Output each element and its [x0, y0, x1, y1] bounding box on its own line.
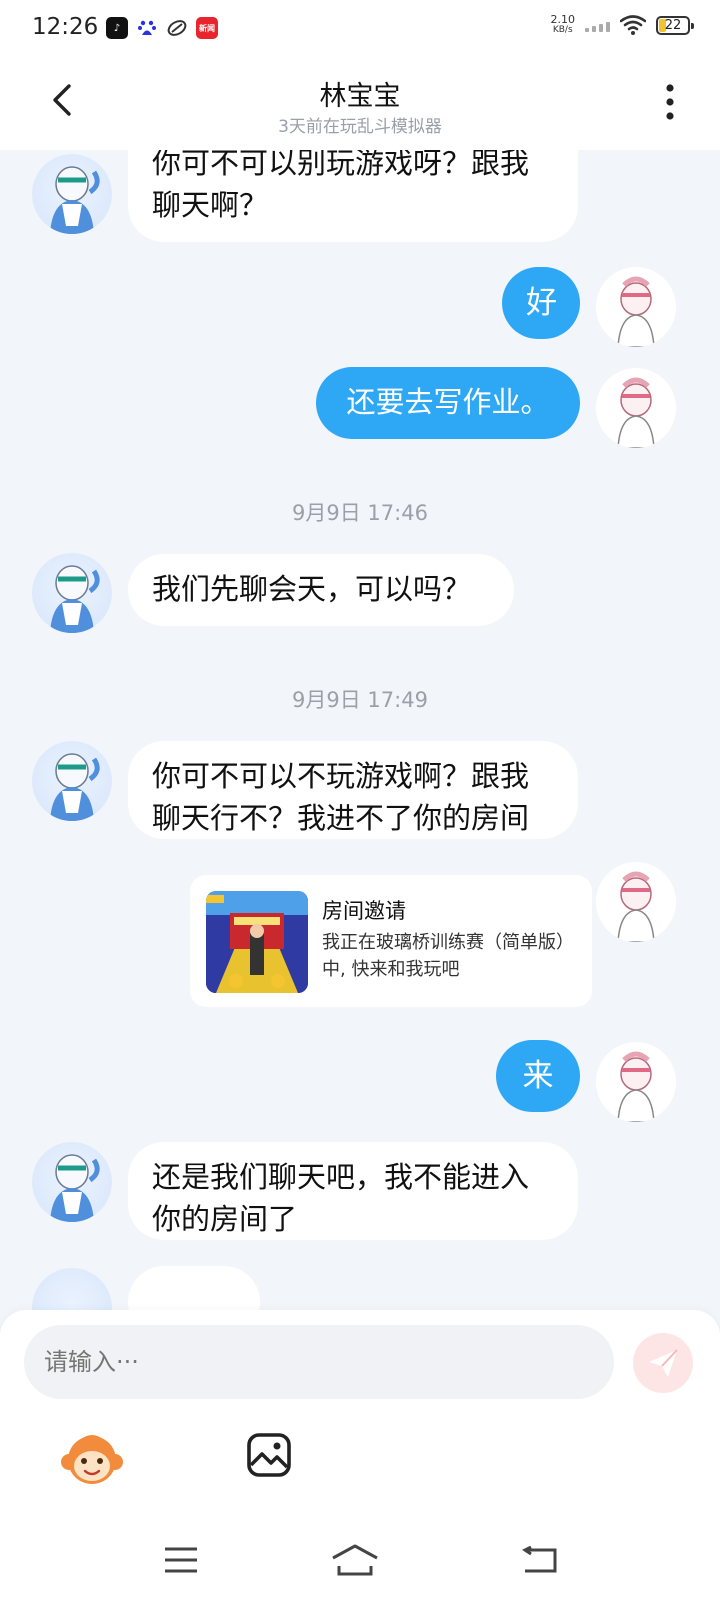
message-bubble-incoming[interactable]: 还是我们聊天吧，我不能进入 你的房间了: [128, 1142, 578, 1240]
signal-icon: [585, 18, 610, 32]
weibo-icon: [166, 17, 188, 39]
room-invite-card[interactable]: 房间邀请 我正在玻璃桥训练赛（简单版）中, 快来和我玩吧: [190, 875, 592, 1007]
contact-avatar[interactable]: [32, 741, 112, 821]
my-avatar[interactable]: [596, 1042, 676, 1122]
message-text: 你可不可以别玩游戏呀？跟我 聊天啊？: [152, 150, 530, 222]
my-avatar[interactable]: [596, 267, 676, 347]
image-picker-button[interactable]: [246, 1432, 296, 1482]
status-bar: 12:26 ♪ 新闻 2.10 KB/s 22: [0, 0, 720, 58]
message-input[interactable]: [24, 1325, 614, 1399]
monkey-emoji-icon: [61, 1435, 123, 1484]
battery-icon: 22: [656, 15, 694, 35]
message-text: 还要去写作业。: [346, 385, 550, 419]
more-options-button[interactable]: [650, 80, 690, 124]
message-list[interactable]: 你可不可以别玩游戏呀？跟我 聊天啊？ 好 还要去写作业。 9月9日 17:46 …: [0, 150, 720, 1310]
message-bubble-incoming[interactable]: 我们先聊会天，可以吗？: [128, 554, 514, 626]
menu-nav-button[interactable]: [156, 1540, 206, 1580]
message-bubble-outgoing[interactable]: 好: [502, 267, 580, 339]
game-thumbnail: [206, 891, 308, 993]
contact-avatar[interactable]: [32, 1142, 112, 1222]
my-avatar[interactable]: [596, 862, 676, 942]
message-text: 你可不可以不玩游戏啊？跟我 聊天行不？我进不了你的房间: [152, 759, 530, 835]
back-nav-button[interactable]: [514, 1540, 564, 1580]
wifi-icon: [620, 15, 646, 35]
message-bubble-incoming[interactable]: [128, 1266, 260, 1310]
home-icon: [332, 1544, 378, 1576]
home-nav-button[interactable]: [328, 1540, 382, 1580]
message-text: 来: [522, 1058, 554, 1094]
system-nav-bar: [0, 1500, 720, 1600]
contact-avatar[interactable]: [32, 1268, 112, 1310]
image-icon: [247, 1433, 291, 1477]
status-app-icons: ♪ 新闻: [106, 17, 218, 39]
my-avatar[interactable]: [596, 368, 676, 448]
network-speed: 2.10 KB/s: [550, 13, 576, 35]
chat-header: 林宝宝 3天前在玩乱斗模拟器: [0, 58, 720, 150]
contact-avatar[interactable]: [32, 154, 112, 234]
return-icon: [522, 1546, 557, 1573]
invite-description: 我正在玻璃桥训练赛（简单版）中, 快来和我玩吧: [322, 932, 574, 980]
send-icon: [649, 1349, 678, 1377]
message-bubble-incoming[interactable]: 你可不可以别玩游戏呀？跟我 聊天啊？: [128, 150, 578, 242]
message-bubble-outgoing[interactable]: 还要去写作业。: [316, 367, 580, 439]
contact-name: 林宝宝: [319, 81, 401, 112]
message-text: 还是我们聊天吧，我不能进入 你的房间了: [152, 1160, 530, 1236]
more-vertical-icon: [666, 84, 674, 120]
message-bubble-incoming[interactable]: 你可不可以不玩游戏啊？跟我 聊天行不？我进不了你的房间: [128, 741, 578, 839]
message-text: 好: [526, 285, 557, 321]
contact-avatar[interactable]: [32, 553, 112, 633]
status-time: 12:26: [32, 14, 99, 40]
message-bubble-outgoing[interactable]: 来: [496, 1040, 580, 1112]
invite-title: 房间邀请: [322, 899, 406, 923]
message-timestamp: 9月9日 17:46: [292, 501, 428, 525]
message-text: 我们先聊会天，可以吗？: [152, 572, 472, 606]
baidu-icon: [136, 17, 158, 39]
news-app-icon: 新闻: [196, 17, 218, 39]
tiktok-icon: ♪: [106, 17, 128, 39]
emoji-button[interactable]: [60, 1430, 124, 1490]
send-button[interactable]: [633, 1333, 693, 1393]
message-timestamp: 9月9日 17:49: [292, 688, 428, 712]
contact-status: 3天前在玩乱斗模拟器: [278, 117, 442, 137]
menu-icon: [165, 1547, 197, 1573]
